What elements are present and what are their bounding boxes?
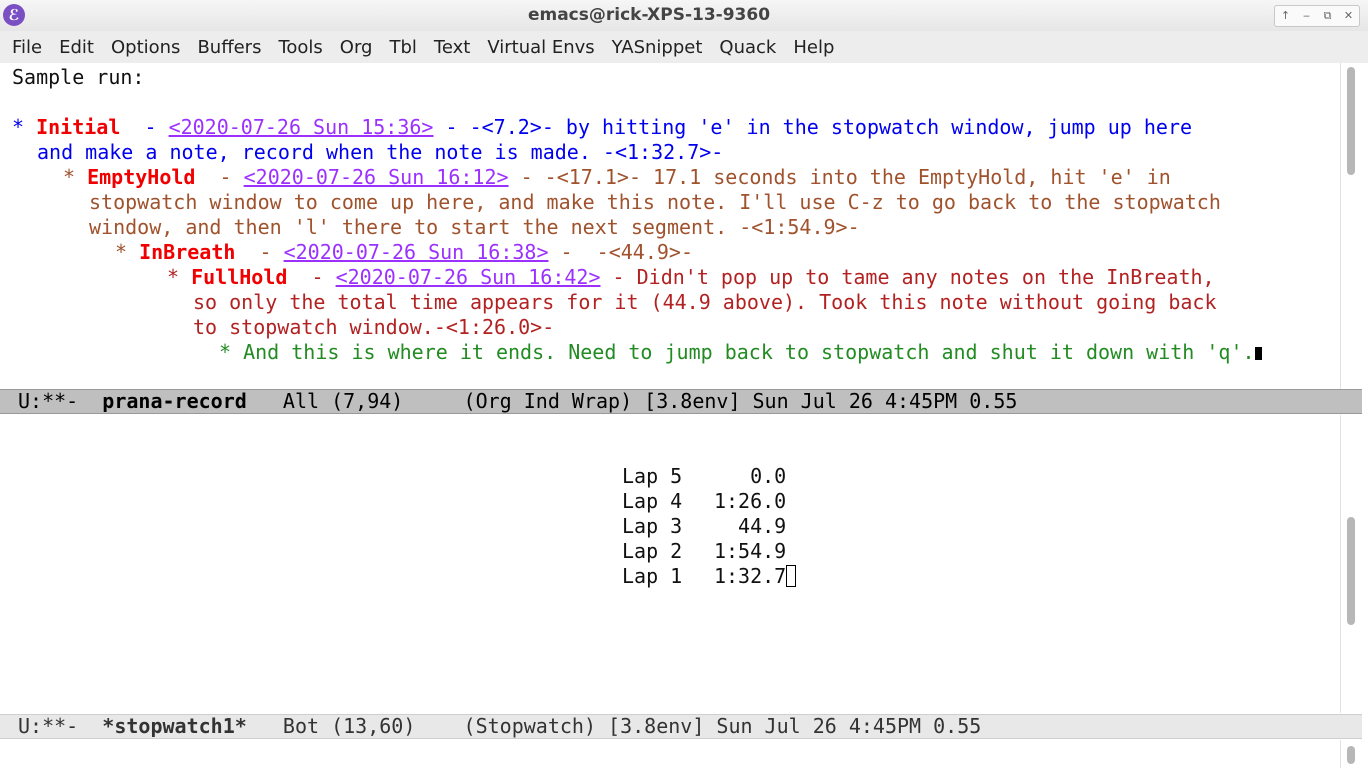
timestamp-link[interactable]: <2020-07-26 Sun 16:38> [284, 240, 549, 264]
text-cursor [786, 565, 797, 587]
window-controls: ↑ ‒ ⧉ ✕ [1274, 5, 1360, 27]
modeline-status: U:**- [18, 714, 103, 738]
heading-text: - -<7.2>- by hitting 'e' in the stopwatc… [433, 115, 1193, 139]
text-cursor [1254, 347, 1262, 360]
modeline-info: All (7,94) (Org Ind Wrap) [3.8env] Sun J… [246, 389, 1018, 413]
menu-text[interactable]: Text [434, 37, 470, 58]
heading-text: - Didn't pop up to tame any notes on the… [600, 265, 1215, 289]
lap-row: Lap 2 1:54.9 [622, 539, 786, 564]
mode-line-top[interactable]: U:**- prana-record All (7,94) (Org Ind W… [0, 389, 1362, 414]
modeline-buffer-name[interactable]: prana-record [102, 389, 247, 413]
lap-time: 0.0 [750, 464, 787, 488]
org-buffer-window[interactable]: Sample run: * Initial - <2020-07-26 Sun … [0, 63, 1340, 389]
text-line: so only the total time appears for it (4… [193, 290, 1217, 314]
lap-time: 1:54.9 [713, 539, 787, 563]
lap-label: Lap 1 [622, 564, 683, 588]
text-line: to stopwatch window.-<1:26.0>- [193, 315, 555, 339]
bottom-scrollbar-thumb[interactable] [1347, 517, 1355, 625]
heading-keyword: Initial [36, 115, 121, 139]
lap-label: Lap 4 [622, 489, 683, 513]
org-heading-fullhold: * FullHold - <2020-07-26 Sun 16:42> - Di… [167, 265, 1215, 290]
keep-above-icon[interactable]: ↑ [1275, 6, 1296, 26]
heading-separator: - [235, 240, 284, 264]
org-heading-inbreath: * InBreath - <2020-07-26 Sun 16:38> - -<… [115, 240, 693, 265]
timestamp-link[interactable]: <2020-07-26 Sun 16:42> [336, 265, 601, 289]
lap-time: 1:32.7 [713, 564, 787, 588]
heading-text: - -<44.9>- [548, 240, 693, 264]
minimize-icon[interactable]: ‒ [1296, 6, 1317, 26]
heading-separator: - [195, 165, 244, 189]
lap-row: Lap 3 44.9 [622, 514, 786, 539]
heading-separator: - [287, 265, 336, 289]
heading-star: * [63, 165, 88, 189]
menu-yasnippet[interactable]: YASnippet [612, 37, 703, 58]
text-line: window, and then 'l' there to start the … [89, 215, 860, 239]
top-scrollbar[interactable] [1340, 63, 1363, 389]
org-heading-initial: * Initial - <2020-07-26 Sun 15:36> - -<7… [12, 115, 1192, 140]
modeline-status: U:**- [18, 389, 103, 413]
heading-keyword: InBreath [139, 240, 236, 264]
lap-label: Lap 3 [622, 514, 683, 538]
lap-row: Lap 1 1:32.7 [622, 564, 797, 589]
heading-text: - -<17.1>- 17.1 seconds into the EmptyHo… [508, 165, 1171, 189]
heading-separator: - [120, 115, 169, 139]
modeline-info: Bot (13,60) (Stopwatch) [3.8env] Sun Jul… [246, 714, 982, 738]
menu-options[interactable]: Options [111, 37, 180, 58]
menu-bar: File Edit Options Buffers Tools Org Tbl … [0, 31, 1368, 63]
timestamp-link[interactable]: <2020-07-26 Sun 16:12> [244, 165, 509, 189]
text-line: Sample run: [12, 65, 145, 89]
heading-keyword: FullHold [191, 265, 288, 289]
menu-buffers[interactable]: Buffers [197, 37, 261, 58]
window-title: emacs@rick-XPS-13-9360 [527, 5, 771, 25]
menu-help[interactable]: Help [793, 37, 834, 58]
top-scrollbar-thumb[interactable] [1347, 67, 1355, 175]
text-line: stopwatch window to come up here, and ma… [89, 190, 1221, 214]
heading-star: * [167, 265, 192, 289]
minibuffer-scrollbar[interactable] [1340, 740, 1363, 768]
maximize-icon[interactable]: ⧉ [1317, 6, 1338, 26]
lap-time: 1:26.0 [713, 489, 787, 513]
modeline-buffer-name[interactable]: *stopwatch1* [102, 714, 247, 738]
lap-row: Lap 5 0.0 [622, 464, 786, 489]
heading-keyword: EmptyHold [87, 165, 196, 189]
org-heading-ending: * And this is where it ends. Need to jum… [219, 340, 1262, 365]
heading-text: * And this is where it ends. Need to jum… [219, 340, 1255, 364]
bottom-scrollbar[interactable] [1340, 415, 1363, 713]
menu-file[interactable]: File [12, 37, 42, 58]
heading-star: * [12, 115, 37, 139]
menu-quack[interactable]: Quack [719, 37, 776, 58]
title-bar: ℰ emacs@rick-XPS-13-9360 ↑ ‒ ⧉ ✕ [0, 0, 1368, 32]
minibuffer[interactable] [0, 740, 1362, 768]
menu-org[interactable]: Org [340, 37, 373, 58]
lap-time: 44.9 [738, 514, 787, 538]
lap-label: Lap 5 [622, 464, 683, 488]
lap-row: Lap 4 1:26.0 [622, 489, 786, 514]
mode-line-bottom[interactable]: U:**- *stopwatch1* Bot (13,60) (Stopwatc… [0, 714, 1362, 739]
menu-virtual-envs[interactable]: Virtual Envs [487, 37, 594, 58]
menu-edit[interactable]: Edit [59, 37, 94, 58]
stopwatch-buffer-window[interactable]: Lap 5 0.0 Lap 4 1:26.0 Lap 3 44.9 Lap 2 1:54… [0, 415, 1340, 713]
heading-star: * [115, 240, 140, 264]
menu-tbl[interactable]: Tbl [389, 37, 416, 58]
close-icon[interactable]: ✕ [1338, 6, 1359, 26]
timestamp-link[interactable]: <2020-07-26 Sun 15:36> [169, 115, 434, 139]
minibuffer-scrollbar-thumb[interactable] [1347, 746, 1355, 764]
menu-tools[interactable]: Tools [278, 37, 322, 58]
org-heading-emptyhold: * EmptyHold - <2020-07-26 Sun 16:12> - -… [63, 165, 1171, 190]
lap-label: Lap 2 [622, 539, 683, 563]
text-line: and make a note, record when the note is… [37, 140, 724, 164]
